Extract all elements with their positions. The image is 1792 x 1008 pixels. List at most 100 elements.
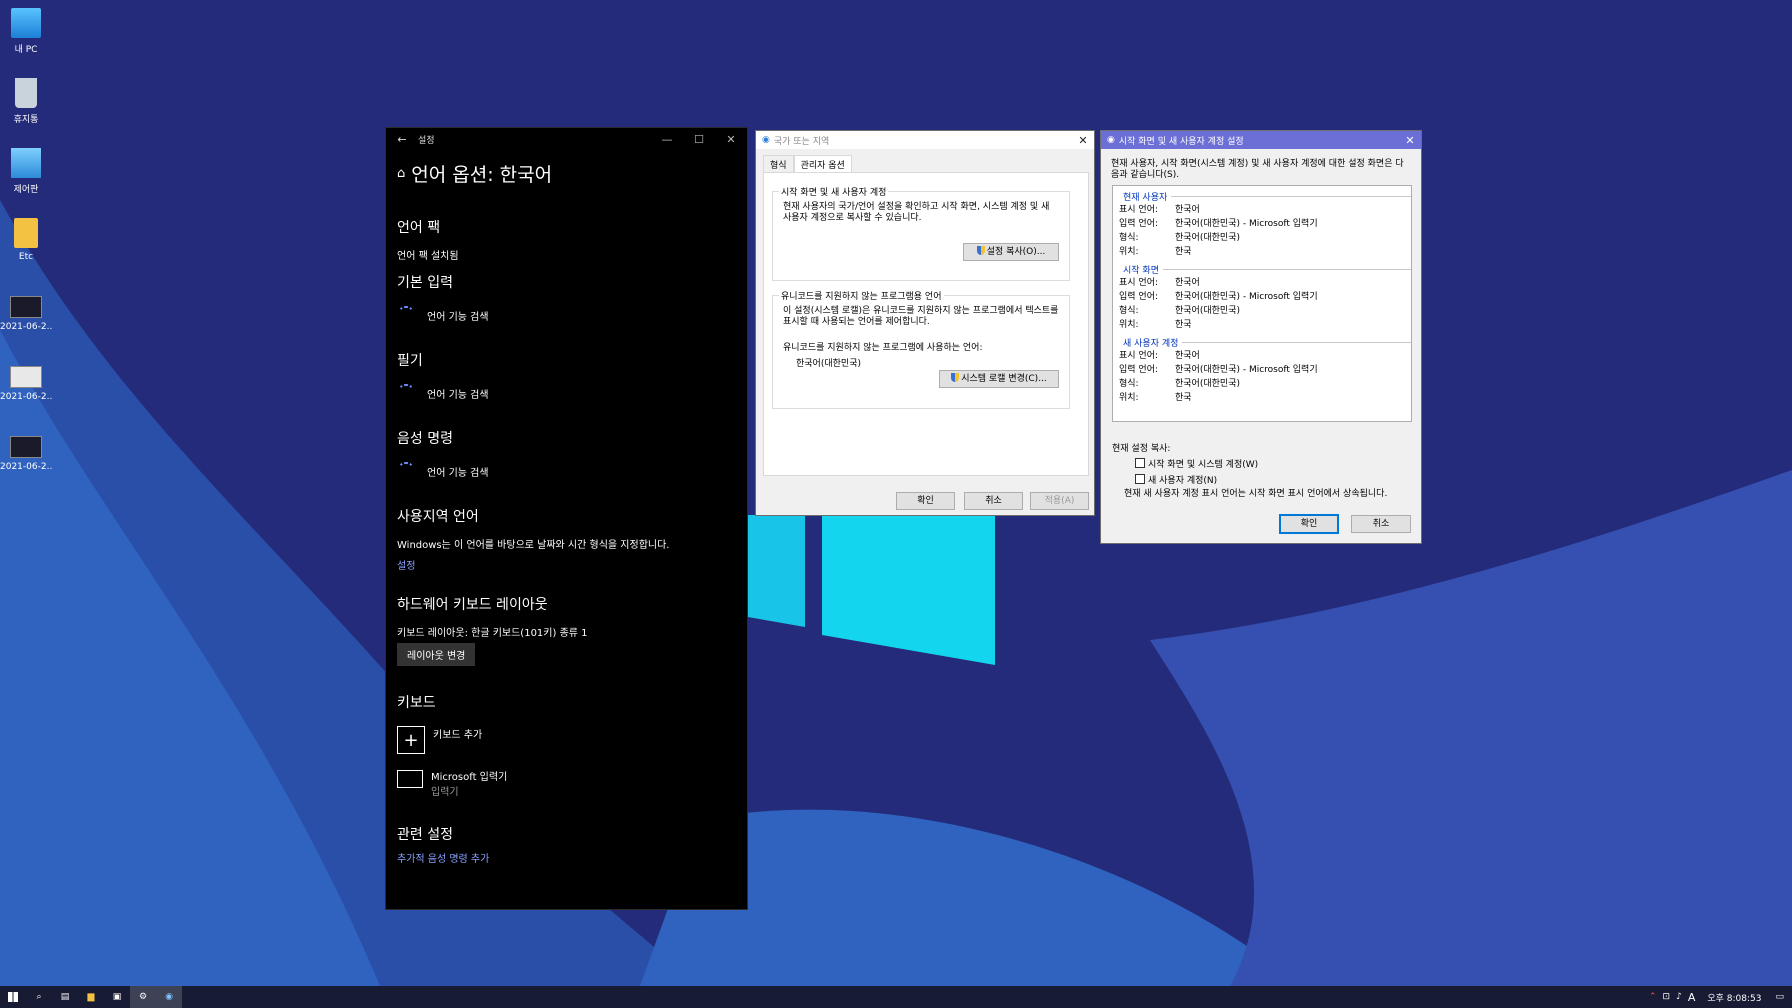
maximize-button[interactable]: ☐ [683,133,715,146]
ime-indicator[interactable]: A [1688,991,1696,1004]
settings-taskbar-button[interactable]: ⚙ [130,986,156,1008]
hw-keyboard-heading: 하드웨어 키보드 레이아웃 [397,597,548,613]
welcome-group-label: 시작 화면 및 새 사용자 계정 [779,185,889,198]
keyboard-icon [397,770,423,788]
loading-spinner-icon [397,462,415,480]
regional-settings-link[interactable]: 설정 [397,557,737,572]
section-welcome-screen: 시작 화면 [1113,263,1411,276]
summary-row: 표시 언어: 한국어 [1119,278,1200,288]
section-current-user: 현재 사용자 [1113,190,1411,203]
add-speech-commands-link[interactable]: 추가적 음성 명령 추가 [397,850,737,865]
plus-icon: + [397,726,425,754]
ok-button[interactable]: 확인 [1279,514,1339,534]
nonunicode-group-text: 이 설정(시스템 로캘)은 유니코드를 지원하지 않는 프로그램에서 텍스트를 … [783,306,1059,327]
network-icon[interactable]: ⊡ [1663,992,1671,1002]
summary-row: 형식: 한국어(대한민국) [1119,379,1240,389]
speech-heading: 음성 명령 [397,431,453,447]
desktop-icon-screenshot-2[interactable]: 2021-06-2... [0,366,52,402]
summary-row: 위치: 한국 [1119,247,1192,257]
globe-icon: ◉ [1107,135,1115,145]
hw-keyboard-description: 키보드 레이아웃: 한글 키보드(101키) 종류 1 [397,628,588,639]
keyboard-item-microsoft-ime[interactable]: Microsoft 입력기 입력기 [397,768,737,798]
nonunicode-group-label: 유니코드를 지원하지 않는 프로그램용 언어 [779,289,944,302]
system-tray: ⌃ ⊡ ♪ A 오후 8:08:53 ▭ [1649,991,1792,1004]
back-arrow-icon[interactable]: ← [386,133,418,146]
summary-row: 위치: 한국 [1119,393,1192,403]
summary-row: 입력 언어: 한국어(대한민국) - Microsoft 입력기 [1119,219,1318,229]
windows-logo-icon [8,992,18,1002]
file-explorer-button[interactable]: ▆ [78,986,104,1008]
minimize-button[interactable]: — [651,133,683,146]
search-icon: ⌕ [36,992,42,1002]
nonunicode-group: 유니코드를 지원하지 않는 프로그램용 언어 이 설정(시스템 로캘)은 유니코… [772,289,1070,409]
recycle-bin-icon [15,78,37,108]
desktop-icon-screenshot-3[interactable]: 2021-06-2... [0,436,52,472]
welcome-dialog-title: 시작 화면 및 새 사용자 계정 설정 [1118,136,1244,147]
control-panel-icon [11,148,41,178]
change-system-locale-button[interactable]: 시스템 로캘 변경(C)... [939,370,1059,388]
settings-summary-box: 현재 사용자 표시 언어: 한국어 입력 언어: 한국어(대한민국) - Micro… [1112,185,1412,422]
chevron-up-icon[interactable]: ⌃ [1649,992,1657,1002]
welcome-screen-group: 시작 화면 및 새 사용자 계정 현재 사용자의 국가/언어 설정을 확인하고 … [772,185,1070,281]
add-keyboard-button[interactable]: + 키보드 추가 [397,726,737,754]
summary-row: 위치: 한국 [1119,320,1192,330]
notification-icon[interactable]: ▭ [1775,992,1784,1002]
volume-icon[interactable]: ♪ [1676,992,1682,1002]
copy-settings-label: 현재 설정 복사: [1112,444,1171,454]
close-button[interactable]: ✕ [715,133,747,146]
task-view-button[interactable]: ▤ [52,986,78,1008]
welcome-titlebar: ◉ 시작 화면 및 새 사용자 계정 설정 ✕ [1101,131,1421,149]
handwriting-heading: 필기 [397,353,423,369]
copy-settings-button[interactable]: 설정 복사(O)... [963,243,1059,261]
home-icon[interactable]: ⌂ [397,166,405,181]
checkbox-unchecked-icon [1135,474,1145,484]
keyboard-name: Microsoft 입력기 [431,772,508,783]
desktop-icon-recycle-bin[interactable]: 휴지통 [0,78,52,125]
related-settings-heading: 관련 설정 [397,827,453,843]
desktop-icon-screenshot-1[interactable]: 2021-06-2... [0,296,52,332]
ok-button[interactable]: 확인 [896,492,955,510]
nonunicode-current-value: 한국어(대한민국) [796,359,861,369]
region-titlebar: ◉ 국가 또는 지역 ✕ [756,131,1094,149]
task-view-icon: ▤ [60,992,70,1002]
monitor-icon [11,8,41,38]
change-layout-button[interactable]: 레이아웃 변경 [397,643,476,666]
desktop-icon-control-panel[interactable]: 제어판 [0,148,52,195]
apply-button[interactable]: 적용(A) [1030,492,1089,510]
regional-description: Windows는 이 언어를 바탕으로 날짜와 시간 형식을 지정합니다. [397,540,670,551]
start-button[interactable] [0,986,26,1008]
uac-shield-icon [951,373,960,382]
folder-icon: ▆ [87,992,95,1002]
region-taskbar-button[interactable]: ◉ [156,986,182,1008]
clock[interactable]: 오후 8:08:53 [1707,991,1761,1004]
summary-row: 형식: 한국어(대한민국) [1119,233,1240,243]
settings-titlebar: ← 설정 — ☐ ✕ [386,128,747,150]
welcome-group-text: 현재 사용자의 국가/언어 설정을 확인하고 시작 화면, 시스템 계정 및 새… [783,202,1050,223]
store-button[interactable]: ▣ [104,986,130,1008]
regional-heading: 사용지역 언어 [397,509,479,525]
settings-window: ← 설정 — ☐ ✕ ⌂ 언어 옵션: 한국어 언어 팩 언어 팩 설치됨 기본… [386,128,747,909]
summary-row: 입력 언어: 한국어(대한민국) - Microsoft 입력기 [1119,365,1318,375]
checkbox-system-accounts[interactable]: 시작 화면 및 시스템 계정(W) [1112,455,1412,471]
close-button[interactable]: ✕ [1399,134,1421,147]
section-new-user: 새 사용자 계정 [1113,336,1411,349]
language-pack-status: 언어 팩 설치됨 [397,251,459,262]
nonunicode-current-label: 유니코드를 지원하지 않는 프로그램에 사용하는 언어: [783,343,983,353]
administrative-tab-panel: 시작 화면 및 새 사용자 계정 현재 사용자의 국가/언어 설정을 확인하고 … [763,172,1089,476]
speech-feature: 언어 기능 검색 [397,462,737,480]
keyboard-subtitle: 입력기 [431,787,459,798]
cancel-button[interactable]: 취소 [1351,515,1411,533]
desktop-icon-this-pc[interactable]: 내 PC [0,8,52,55]
search-button[interactable]: ⌕ [26,986,52,1008]
checkbox-new-user-accounts[interactable]: 새 사용자 계정(N) [1112,471,1412,487]
screenshot-file-icon [10,296,42,318]
welcome-settings-dialog: ◉ 시작 화면 및 새 사용자 계정 설정 ✕ 현재 사용자, 시작 화면(시스… [1101,131,1421,543]
loading-spinner-icon [397,306,415,324]
cancel-button[interactable]: 취소 [964,492,1023,510]
copy-options: 현재 설정 복사: 시작 화면 및 시스템 계정(W) 새 사용자 계정(N) … [1112,441,1412,501]
inherit-note: 현재 새 사용자 계정 표시 언어는 시작 화면 표시 언어에서 상속됩니다. [1124,489,1388,499]
folder-icon [14,218,38,248]
desktop-icon-etc-folder[interactable]: Etc [0,218,52,262]
uac-shield-icon [976,246,985,255]
close-button[interactable]: ✕ [1072,134,1094,147]
